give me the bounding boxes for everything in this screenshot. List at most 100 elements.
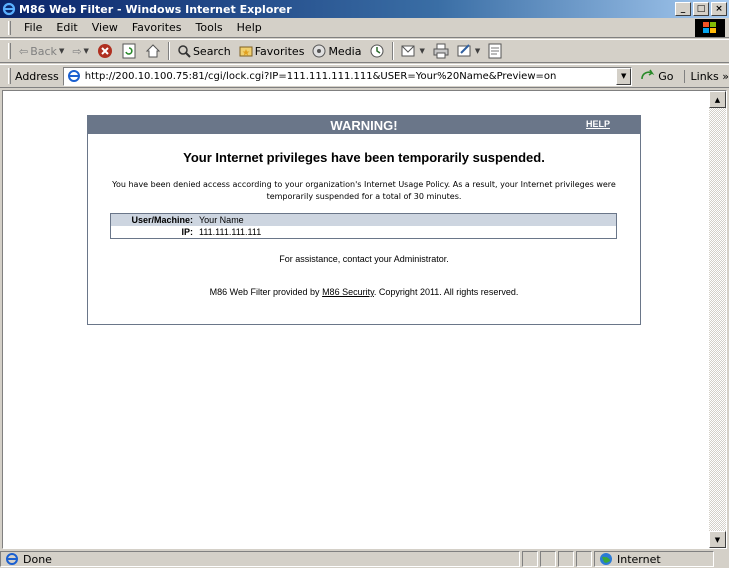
forward-button[interactable]: ⇨ ▼ [68, 45, 93, 58]
back-label: Back [30, 44, 57, 58]
footer-suffix: . Copyright 2011. All rights reserved. [373, 287, 519, 297]
mail-button[interactable]: ▼ [397, 43, 428, 59]
status-cell [522, 551, 538, 567]
search-button[interactable]: Search [173, 44, 235, 58]
windows-logo-icon [695, 19, 725, 37]
copyright-footer: M86 Web Filter provided by M86 Security.… [88, 287, 640, 297]
warning-header: WARNING! HELP [88, 116, 640, 134]
menubar-grip [8, 20, 11, 35]
policy-message-line1: You have been denied access according to… [112, 180, 616, 189]
address-bar: Address http://200.10.100.75:81/cgi/lock… [0, 64, 729, 88]
status-bar: Done Internet [0, 550, 729, 568]
edit-dropdown-icon[interactable]: ▼ [475, 47, 480, 55]
minimize-button[interactable]: _ [675, 2, 691, 16]
edit-page-icon [457, 44, 471, 57]
page-content: WARNING! HELP Your Internet privileges h… [3, 91, 709, 548]
page-done-icon [6, 553, 18, 565]
discuss-icon [488, 43, 502, 59]
scroll-down-icon[interactable]: ▼ [709, 531, 726, 548]
addressbar-grip [8, 68, 11, 84]
ip-value: 111.111.111.111 [199, 227, 262, 237]
status-text-panel: Done [0, 551, 520, 567]
warning-panel: WARNING! HELP Your Internet privileges h… [87, 115, 641, 325]
internet-globe-icon [600, 553, 612, 565]
address-dropdown-icon[interactable]: ▼ [616, 67, 632, 85]
toolbar-grip [8, 43, 11, 59]
help-link[interactable]: HELP [586, 119, 610, 129]
menu-help[interactable]: Help [230, 21, 269, 34]
zone-label: Internet [617, 552, 661, 566]
discuss-button[interactable] [484, 43, 506, 59]
status-cell [540, 551, 556, 567]
links-button[interactable]: Links » [683, 69, 729, 83]
suspension-headline: Your Internet privileges have been tempo… [183, 150, 545, 165]
policy-message-line2: temporarily suspended for a total of 30 … [266, 192, 462, 201]
menu-file[interactable]: File [17, 21, 49, 34]
home-button[interactable] [141, 43, 165, 59]
menu-view[interactable]: View [85, 21, 125, 34]
menu-tools[interactable]: Tools [189, 21, 230, 34]
maximize-button[interactable]: □ [693, 2, 709, 16]
assistance-text: For assistance, contact your Administrat… [279, 254, 449, 264]
media-label: Media [328, 44, 362, 58]
ie-logo-icon [2, 2, 16, 16]
forward-arrow-icon: ⇨ [72, 44, 82, 58]
page-icon [66, 68, 82, 84]
status-cell [558, 551, 574, 567]
search-icon [178, 45, 191, 58]
refresh-button[interactable] [117, 43, 141, 59]
search-label: Search [192, 44, 231, 58]
forward-dropdown-icon[interactable]: ▼ [84, 47, 89, 55]
stop-button[interactable] [93, 43, 117, 59]
mail-dropdown-icon[interactable]: ▼ [419, 47, 424, 55]
favorites-label: Favorites [254, 44, 305, 58]
print-icon [433, 43, 449, 59]
stop-icon [97, 44, 112, 58]
history-icon [370, 44, 384, 58]
back-dropdown-icon[interactable]: ▼ [59, 47, 64, 55]
scroll-up-icon[interactable]: ▲ [709, 91, 726, 108]
status-text: Done [23, 552, 52, 566]
user-info-table: User/Machine: Your Name IP: 111.111.111.… [110, 213, 617, 239]
favorites-folder-icon [239, 46, 253, 57]
favorites-button[interactable]: Favorites [235, 44, 309, 58]
go-arrow-icon [641, 69, 655, 80]
home-icon [145, 44, 161, 58]
user-row: User/Machine: Your Name [111, 214, 616, 226]
go-label: Go [658, 69, 674, 83]
policy-message: You have been denied access according to… [92, 179, 636, 203]
title-bar: M86 Web Filter - Windows Internet Explor… [0, 0, 729, 18]
vertical-scrollbar[interactable]: ▲ ▼ [709, 91, 726, 548]
address-url[interactable]: http://200.10.100.75:81/cgi/lock.cgi?IP=… [85, 71, 616, 82]
footer-prefix: M86 Web Filter provided by [209, 287, 323, 297]
status-cell [576, 551, 592, 567]
ip-label: IP: [181, 227, 193, 237]
m86-security-link[interactable]: M86 Security [322, 287, 374, 297]
media-icon [312, 44, 326, 58]
toolbar-separator [167, 42, 170, 60]
back-button[interactable]: ⇦ Back ▼ [15, 45, 68, 58]
close-button[interactable]: × [711, 2, 727, 16]
menu-favorites[interactable]: Favorites [125, 21, 189, 34]
warning-title: WARNING! [330, 117, 398, 133]
security-zone[interactable]: Internet [594, 551, 714, 567]
user-label: User/Machine: [131, 215, 193, 225]
ip-row: IP: 111.111.111.111 [111, 226, 616, 238]
toolbar-separator [392, 42, 395, 60]
media-button[interactable]: Media [308, 44, 365, 58]
back-arrow-icon: ⇦ [19, 44, 29, 58]
window-title: M86 Web Filter - Windows Internet Explor… [19, 2, 292, 16]
print-button[interactable] [429, 43, 453, 59]
history-button[interactable] [365, 43, 389, 59]
edit-button[interactable]: ▼ [453, 43, 484, 59]
user-value: Your Name [199, 215, 244, 225]
menu-bar: File Edit View Favorites Tools Help [0, 18, 729, 38]
refresh-icon [122, 43, 136, 59]
standard-toolbar: ⇦ Back ▼ ⇨ ▼ Search Favorites Media ▼ ▼ [0, 39, 729, 63]
mail-icon [401, 45, 415, 57]
address-input[interactable]: http://200.10.100.75:81/cgi/lock.cgi?IP=… [62, 66, 633, 86]
content-frame: WARNING! HELP Your Internet privileges h… [2, 90, 727, 549]
address-label: Address [14, 69, 59, 83]
menu-edit[interactable]: Edit [49, 21, 84, 34]
go-button[interactable]: Go [640, 69, 674, 83]
